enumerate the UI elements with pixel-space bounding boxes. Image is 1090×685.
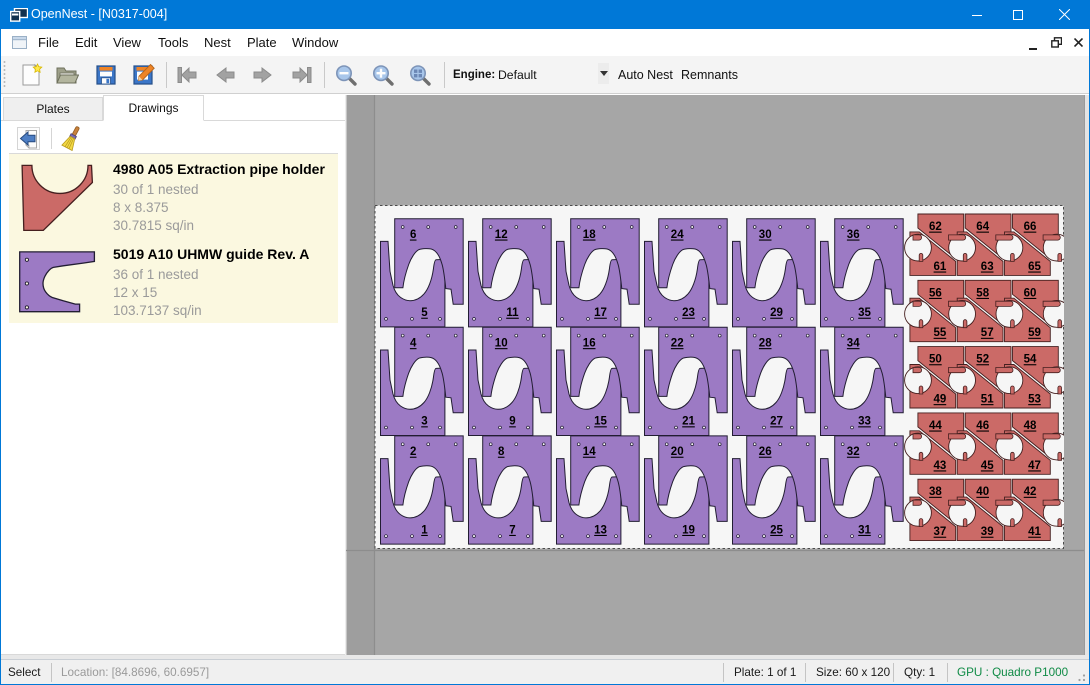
svg-text:49: 49 bbox=[934, 394, 947, 406]
svg-text:55: 55 bbox=[934, 327, 947, 339]
svg-text:35: 35 bbox=[858, 307, 871, 319]
svg-text:60: 60 bbox=[1024, 287, 1037, 299]
svg-text:22: 22 bbox=[671, 338, 684, 350]
svg-text:1: 1 bbox=[421, 524, 428, 536]
svg-text:30: 30 bbox=[759, 229, 772, 241]
svg-text:62: 62 bbox=[929, 221, 942, 233]
svg-text:27: 27 bbox=[770, 416, 783, 428]
svg-text:47: 47 bbox=[1028, 460, 1041, 472]
svg-text:61: 61 bbox=[934, 261, 947, 273]
svg-text:48: 48 bbox=[1024, 420, 1037, 432]
svg-text:5: 5 bbox=[421, 307, 428, 319]
svg-text:16: 16 bbox=[583, 338, 596, 350]
svg-text:3: 3 bbox=[421, 416, 427, 428]
svg-text:43: 43 bbox=[934, 460, 947, 472]
svg-text:56: 56 bbox=[929, 287, 942, 299]
svg-text:40: 40 bbox=[976, 486, 989, 498]
svg-text:8: 8 bbox=[498, 446, 505, 458]
svg-text:41: 41 bbox=[1028, 526, 1041, 538]
svg-text:50: 50 bbox=[929, 354, 942, 366]
svg-text:31: 31 bbox=[858, 524, 871, 536]
svg-text:33: 33 bbox=[858, 416, 871, 428]
svg-text:13: 13 bbox=[594, 524, 607, 536]
svg-text:46: 46 bbox=[976, 420, 989, 432]
svg-text:17: 17 bbox=[594, 307, 607, 319]
svg-text:15: 15 bbox=[594, 416, 607, 428]
svg-text:20: 20 bbox=[671, 446, 684, 458]
svg-text:18: 18 bbox=[583, 229, 596, 241]
svg-text:34: 34 bbox=[847, 338, 860, 350]
svg-text:52: 52 bbox=[976, 354, 989, 366]
svg-text:26: 26 bbox=[759, 446, 772, 458]
svg-text:64: 64 bbox=[976, 221, 989, 233]
svg-text:66: 66 bbox=[1024, 221, 1037, 233]
svg-text:59: 59 bbox=[1028, 327, 1041, 339]
svg-text:21: 21 bbox=[682, 416, 695, 428]
svg-text:28: 28 bbox=[759, 338, 772, 350]
svg-text:36: 36 bbox=[847, 229, 860, 241]
svg-text:53: 53 bbox=[1028, 394, 1041, 406]
svg-text:57: 57 bbox=[981, 327, 994, 339]
svg-text:29: 29 bbox=[770, 307, 783, 319]
svg-text:45: 45 bbox=[981, 460, 994, 472]
svg-text:11: 11 bbox=[506, 307, 519, 319]
svg-text:39: 39 bbox=[981, 526, 994, 538]
svg-text:14: 14 bbox=[583, 446, 596, 458]
svg-text:44: 44 bbox=[929, 420, 942, 432]
svg-text:7: 7 bbox=[509, 524, 515, 536]
svg-text:38: 38 bbox=[929, 486, 942, 498]
svg-text:37: 37 bbox=[934, 526, 947, 538]
svg-text:10: 10 bbox=[495, 338, 508, 350]
svg-text:54: 54 bbox=[1024, 354, 1037, 366]
svg-text:32: 32 bbox=[847, 446, 860, 458]
svg-text:23: 23 bbox=[682, 307, 695, 319]
svg-text:63: 63 bbox=[981, 261, 994, 273]
svg-text:6: 6 bbox=[410, 229, 416, 241]
svg-text:12: 12 bbox=[495, 229, 508, 241]
svg-text:19: 19 bbox=[682, 524, 695, 536]
svg-text:51: 51 bbox=[981, 394, 994, 406]
svg-text:65: 65 bbox=[1028, 261, 1041, 273]
svg-text:42: 42 bbox=[1024, 486, 1037, 498]
svg-text:58: 58 bbox=[976, 287, 989, 299]
svg-text:2: 2 bbox=[410, 446, 416, 458]
svg-text:25: 25 bbox=[770, 524, 783, 536]
svg-text:9: 9 bbox=[509, 416, 515, 428]
svg-text:4: 4 bbox=[410, 338, 417, 350]
svg-text:24: 24 bbox=[671, 229, 684, 241]
